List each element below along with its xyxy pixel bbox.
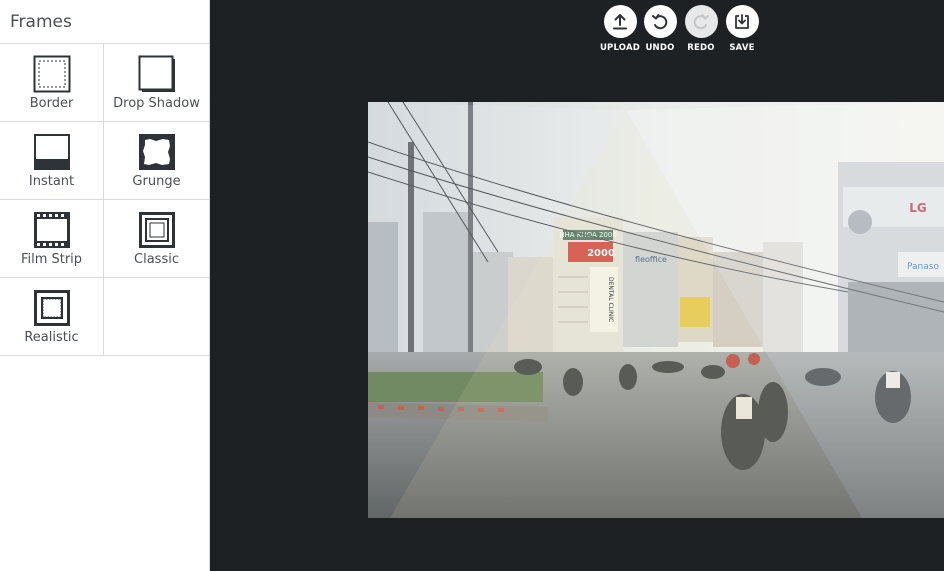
save-button[interactable]: SAVE xyxy=(719,5,765,53)
photo-sign-text: DENTAL CLINIC xyxy=(607,277,614,322)
panel-title: Frames xyxy=(0,0,209,44)
frames-panel: Frames Border Drop Shadow Instant Grunge… xyxy=(0,0,210,571)
frame-label: Grunge xyxy=(132,174,181,189)
film-strip-frame-icon xyxy=(33,211,71,249)
classic-frame-icon xyxy=(138,211,176,249)
grunge-frame-icon xyxy=(138,133,176,171)
realistic-frame-icon xyxy=(33,289,71,327)
frame-label: Instant xyxy=(28,174,75,189)
save-icon xyxy=(725,5,759,38)
redo-icon xyxy=(684,5,718,38)
editor-toolbar: UPLOAD UNDO REDO SAVE xyxy=(597,5,763,57)
undo-label: UNDO xyxy=(645,43,675,53)
frame-option-instant[interactable]: Instant xyxy=(0,122,104,200)
frame-option-realistic[interactable]: Realistic xyxy=(0,278,104,356)
frame-label: Drop Shadow xyxy=(113,96,200,111)
upload-icon xyxy=(603,5,637,38)
undo-button[interactable]: UNDO xyxy=(637,5,683,53)
frame-label: Classic xyxy=(134,252,179,267)
frame-label: Border xyxy=(29,96,74,111)
photo-image: NHA KHOA 2000 2000 fleoffice LG Panaso D… xyxy=(368,102,944,518)
frame-label: Realistic xyxy=(24,330,79,345)
frame-grid-empty-cell xyxy=(104,278,209,356)
frames-grid: Border Drop Shadow Instant Grunge Film S… xyxy=(0,44,209,356)
redo-button[interactable]: REDO xyxy=(678,5,724,53)
frame-label: Film Strip xyxy=(20,252,83,267)
undo-icon xyxy=(643,5,677,38)
frame-option-classic[interactable]: Classic xyxy=(104,200,209,278)
frame-option-drop-shadow[interactable]: Drop Shadow xyxy=(104,44,209,122)
frame-option-grunge[interactable]: Grunge xyxy=(104,122,209,200)
save-label: SAVE xyxy=(729,43,755,53)
photo-canvas[interactable]: NHA KHOA 2000 2000 fleoffice LG Panaso D… xyxy=(368,102,944,518)
frame-option-film-strip[interactable]: Film Strip xyxy=(0,200,104,278)
frame-option-border[interactable]: Border xyxy=(0,44,104,122)
drop-shadow-frame-icon xyxy=(138,55,176,93)
upload-label: UPLOAD xyxy=(599,43,641,53)
redo-label: REDO xyxy=(687,43,715,53)
instant-frame-icon xyxy=(33,133,71,171)
border-frame-icon xyxy=(33,55,71,93)
